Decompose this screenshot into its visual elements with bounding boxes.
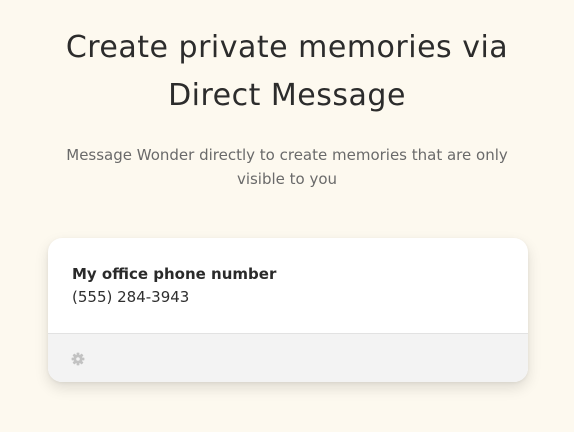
memory-card: My office phone number (555) 284-3943 bbox=[48, 238, 528, 382]
page-title-line-2: Direct Message bbox=[168, 78, 406, 113]
page-title-line-1: Create private memories via bbox=[65, 30, 509, 65]
memory-value: (555) 284-3943 bbox=[72, 288, 190, 306]
gear-icon[interactable] bbox=[71, 351, 85, 366]
memory-card-footer bbox=[48, 334, 528, 382]
memory-card-body: My office phone number (555) 284-3943 bbox=[48, 238, 528, 334]
memory-title: My office phone number bbox=[72, 265, 277, 283]
page-subtitle: Message Wonder directly to create memori… bbox=[45, 143, 529, 191]
page-subtitle-line-1: Message Wonder directly to create memori… bbox=[66, 146, 508, 164]
page: Create private memories via Direct Messa… bbox=[0, 0, 574, 432]
page-title: Create private memories via Direct Messa… bbox=[40, 24, 534, 120]
page-subtitle-line-2: visible to you bbox=[236, 170, 338, 188]
